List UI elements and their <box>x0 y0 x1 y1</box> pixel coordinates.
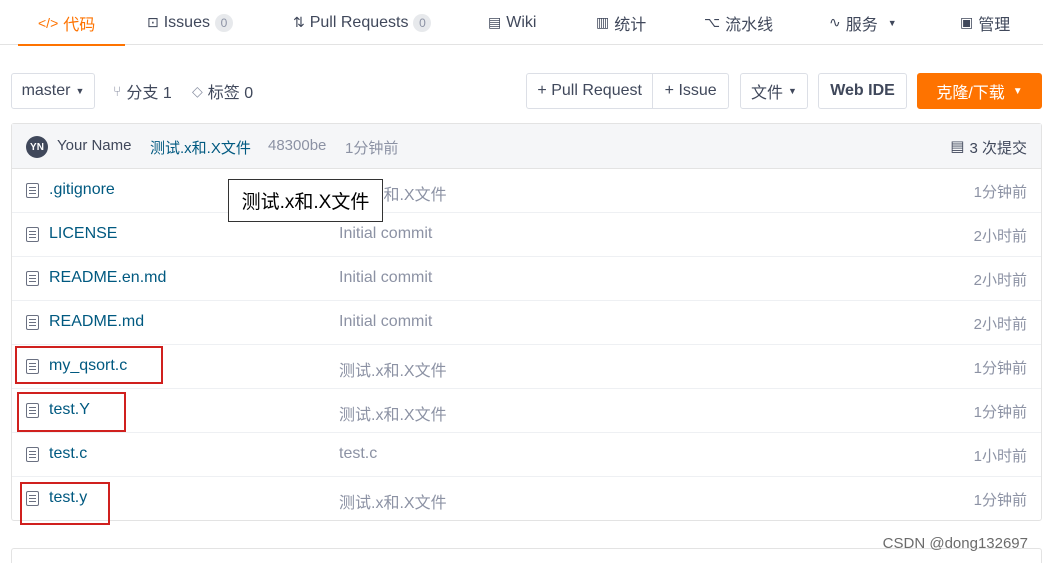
tab-label: 流水线 <box>725 16 774 34</box>
tab-label: 管理 <box>978 16 1011 34</box>
file-commit-time: 2小时前 <box>973 228 1027 245</box>
tab-label: Wiki <box>506 13 537 31</box>
tab-label: 代码 <box>63 16 96 34</box>
active-tab-indicator <box>18 44 126 46</box>
file-commit-time: 2小时前 <box>973 316 1027 333</box>
web-ide-label: Web IDE <box>830 82 895 99</box>
branches-link[interactable]: ⑂ 分支 1 <box>113 73 172 109</box>
chevron-down-icon: ▼ <box>887 17 897 28</box>
file-row[interactable]: LICENSE Initial commit 2小时前 <box>12 213 1041 257</box>
commit-message[interactable]: 测试.x和.X文件 <box>150 137 251 158</box>
file-icon <box>26 227 39 242</box>
latest-commit-bar: YN Your Name 测试.x和.X文件 48300be 1分钟前 ▤ 3 … <box>12 124 1041 169</box>
tab-pull-requests[interactable]: ⇅ Pull Requests 0 <box>293 0 432 45</box>
new-pull-request-button[interactable]: + Pull Request <box>527 74 654 108</box>
tab-wiki[interactable]: ▤ Wiki <box>488 0 536 45</box>
commit-author[interactable]: Your Name <box>57 137 132 154</box>
file-commit-message[interactable]: Initial commit <box>339 225 432 243</box>
file-icon <box>26 271 39 286</box>
file-row[interactable]: README.en.md Initial commit 2小时前 <box>12 257 1041 301</box>
pr-count-badge: 0 <box>413 13 432 32</box>
tab-code[interactable]: </> 代码 <box>18 0 126 46</box>
tag-icon: ◇ <box>192 82 203 99</box>
file-row[interactable]: test.Y 测试.x和.X文件 1分钟前 <box>12 389 1041 433</box>
commit-message-tooltip: 测试.x和.X文件 <box>228 179 383 222</box>
commit-count-link[interactable]: ▤ 3 次提交 <box>950 137 1027 158</box>
commit-time: 1分钟前 <box>345 140 399 157</box>
file-row[interactable]: test.y 测试.x和.X文件 1分钟前 <box>12 477 1041 521</box>
file-commit-time: 1分钟前 <box>973 492 1027 509</box>
file-row[interactable]: test.c test.c 1小时前 <box>12 433 1041 477</box>
wiki-icon: ▤ <box>488 14 502 30</box>
web-ide-button[interactable]: Web IDE <box>818 73 907 109</box>
code-icon: </> <box>38 14 59 31</box>
file-icon <box>26 183 39 198</box>
chevron-down-icon: ▼ <box>788 86 797 96</box>
file-name[interactable]: test.c <box>49 445 87 463</box>
branch-icon: ⑂ <box>113 83 122 99</box>
chevron-down-icon: ▼ <box>75 86 85 96</box>
file-row[interactable]: README.md Initial commit 2小时前 <box>12 301 1041 345</box>
highlight-box-test-lower-y <box>20 482 110 525</box>
clone-download-button[interactable]: 克隆/下载 ▼ <box>917 73 1042 109</box>
file-icon <box>26 315 39 330</box>
tab-pipeline[interactable]: ⌥ 流水线 <box>704 0 773 45</box>
file-commit-message[interactable]: 测试.x和.X文件 <box>339 489 447 513</box>
tab-label: 统计 <box>614 16 647 34</box>
file-name[interactable]: LICENSE <box>49 225 117 243</box>
commit-count-label: 3 次提交 <box>969 140 1027 157</box>
highlight-box-my-qsort <box>15 346 163 384</box>
file-menu-button[interactable]: 文件 ▼ <box>740 73 808 109</box>
commit-hash[interactable]: 48300be <box>268 137 326 154</box>
create-button-group: + Pull Request + Issue <box>526 73 729 109</box>
file-commit-time: 2小时前 <box>973 272 1027 289</box>
tab-label: Issues <box>163 13 210 31</box>
issues-icon: ⊡ <box>147 14 159 30</box>
tab-issues[interactable]: ⊡ Issues 0 <box>147 0 233 45</box>
tags-link[interactable]: ◇ 标签 0 <box>192 73 253 109</box>
tab-label: 服务 <box>845 16 878 34</box>
tags-label: 标签 0 <box>207 85 254 102</box>
file-menu-label: 文件 <box>751 85 784 102</box>
pipeline-icon: ⌥ <box>704 14 721 30</box>
branch-select[interactable]: master ▼ <box>11 73 95 109</box>
file-commit-time: 1分钟前 <box>973 184 1027 201</box>
file-commit-message[interactable]: Initial commit <box>339 269 432 287</box>
tab-label: Pull Requests <box>309 13 409 31</box>
repo-nav: </> 代码 ⊡ Issues 0 ⇅ Pull Requests 0 ▤ Wi… <box>0 0 1043 46</box>
file-name[interactable]: README.en.md <box>49 269 166 287</box>
chevron-down-icon: ▼ <box>1012 85 1023 97</box>
tab-service[interactable]: ∿ 服务 ▼ <box>829 0 897 45</box>
file-commit-time: 1分钟前 <box>973 360 1027 377</box>
pull-request-icon: ⇅ <box>293 14 305 30</box>
tab-stats[interactable]: ▥ 统计 <box>596 0 646 45</box>
stats-icon: ▥ <box>596 14 610 30</box>
new-pull-request-label: + Pull Request <box>537 82 642 99</box>
branch-label: master <box>21 82 71 99</box>
avatar[interactable]: YN <box>26 136 48 158</box>
file-commit-time: 1分钟前 <box>973 404 1027 421</box>
file-commit-message[interactable]: 测试.x和.X文件 <box>339 401 447 425</box>
new-issue-label: + Issue <box>664 82 717 99</box>
file-commit-time: 1小时前 <box>973 448 1027 465</box>
file-icon <box>26 447 39 462</box>
branches-label: 分支 1 <box>126 85 172 102</box>
highlight-box-test-upper-y <box>17 392 126 432</box>
file-name[interactable]: .gitignore <box>49 181 115 199</box>
service-icon: ∿ <box>829 14 841 30</box>
tab-manage[interactable]: ▣ 管理 <box>960 0 1010 45</box>
clone-download-label: 克隆/下载 <box>936 85 1005 102</box>
file-name[interactable]: README.md <box>49 313 144 331</box>
commit-history-icon: ▤ <box>950 138 965 155</box>
watermark: CSDN @dong132697 <box>882 535 1028 552</box>
manage-icon: ▣ <box>960 14 974 30</box>
issues-count-badge: 0 <box>214 13 233 32</box>
file-commit-message[interactable]: 测试.x和.X文件 <box>339 357 447 381</box>
file-row[interactable]: my_qsort.c 测试.x和.X文件 1分钟前 <box>12 345 1041 389</box>
file-list: YN Your Name 测试.x和.X文件 48300be 1分钟前 ▤ 3 … <box>11 123 1042 521</box>
file-commit-message[interactable]: test.c <box>339 445 377 463</box>
file-commit-message[interactable]: Initial commit <box>339 313 432 331</box>
file-row[interactable]: .gitignore 测试.x和.X文件 1分钟前 <box>12 169 1041 213</box>
new-issue-button[interactable]: + Issue <box>653 74 728 108</box>
